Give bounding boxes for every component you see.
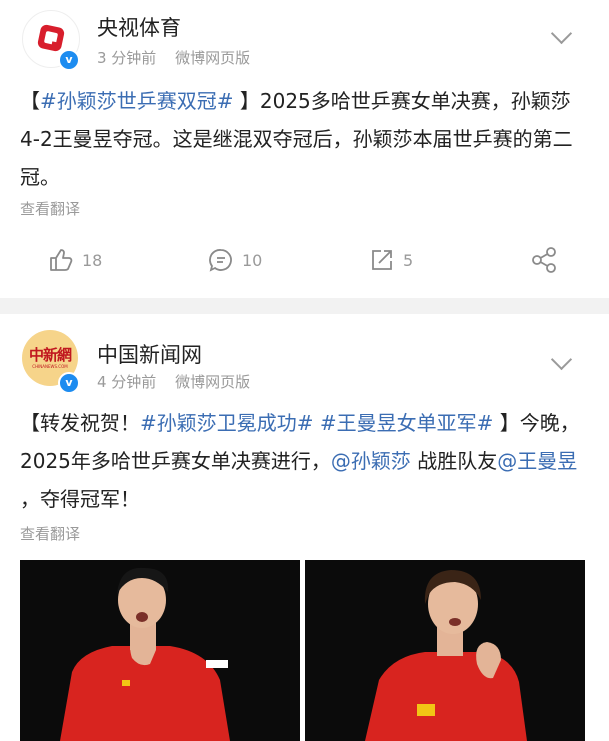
player-photo-image xyxy=(305,560,585,741)
translate-link[interactable]: 查看翻译 xyxy=(20,198,80,219)
post-photo-1[interactable] xyxy=(20,560,300,741)
hashtag-link[interactable]: #王曼昱女单亚军# xyxy=(320,411,494,435)
hashtag-link[interactable]: #孙颖莎卫冕成功# xyxy=(140,411,314,435)
post-cctv-sports: v 央视体育 3 分钟前 微博网页版 【#孙颖莎世乒赛双冠# 】2025多哈世乒… xyxy=(0,0,609,298)
post-meta: 3 分钟前 微博网页版 xyxy=(97,47,264,68)
text-segment: 战胜队友 xyxy=(410,449,498,473)
like-button[interactable]: 18 xyxy=(48,244,102,276)
share-icon xyxy=(532,247,556,273)
text-segment: 【 xyxy=(20,89,40,113)
chinanews-logo-text: 中新網 xyxy=(28,346,72,364)
comment-icon xyxy=(209,249,232,272)
chevron-down-icon[interactable] xyxy=(550,22,573,45)
text-segment: 【转发祝贺！ xyxy=(20,411,140,435)
text-segment: ，夺得冠军！ xyxy=(20,487,140,511)
post-chinanews: 中新網 CHINANEWS.COM v 中国新闻网 4 分钟前 微博网页版 【转… xyxy=(0,314,609,741)
comment-button[interactable]: 10 xyxy=(208,244,262,276)
post-source: 微博网页版 xyxy=(175,49,251,67)
action-bar: 18 10 5 xyxy=(0,244,609,276)
mention-link[interactable]: @王曼昱 xyxy=(497,449,577,473)
post-time: 3 分钟前 xyxy=(97,49,157,67)
author-name[interactable]: 中国新闻网 xyxy=(97,339,202,369)
post-source: 微博网页版 xyxy=(175,373,251,391)
post-time: 4 分钟前 xyxy=(97,373,157,391)
like-count: 18 xyxy=(82,250,103,270)
verified-badge-icon: v xyxy=(58,49,80,71)
repost-count: 5 xyxy=(403,250,414,270)
mention-link[interactable]: @孙颖莎 xyxy=(331,449,411,473)
post-photo-2[interactable] xyxy=(305,560,585,741)
post-divider xyxy=(0,298,609,314)
repost-icon xyxy=(372,250,392,270)
thumbs-up-icon xyxy=(50,249,73,271)
hashtag-link[interactable]: #孙颖莎世乒赛双冠# xyxy=(40,89,234,113)
verified-badge-icon: v xyxy=(58,372,80,394)
repost-button[interactable]: 5 xyxy=(369,244,413,276)
comment-count: 10 xyxy=(242,250,263,270)
share-button[interactable] xyxy=(530,244,566,276)
author-name[interactable]: 央视体育 xyxy=(97,12,181,42)
post-text: 【转发祝贺！#孙颖莎卫冕成功# #王曼昱女单亚军# 】今晚，2025年多哈世乒赛… xyxy=(20,404,590,518)
post-meta: 4 分钟前 微博网页版 xyxy=(97,371,264,392)
chinanews-logo-subtext: CHINANEWS.COM xyxy=(32,364,68,369)
weibo-feed: v 央视体育 3 分钟前 微博网页版 【#孙颖莎世乒赛双冠# 】2025多哈世乒… xyxy=(0,0,609,741)
chevron-down-icon[interactable] xyxy=(550,348,573,371)
post-text: 【#孙颖莎世乒赛双冠# 】2025多哈世乒赛女单决赛，孙颖莎4-2王曼昱夺冠。这… xyxy=(20,82,590,196)
translate-link[interactable]: 查看翻译 xyxy=(20,523,80,544)
player-photo-image xyxy=(20,560,300,741)
